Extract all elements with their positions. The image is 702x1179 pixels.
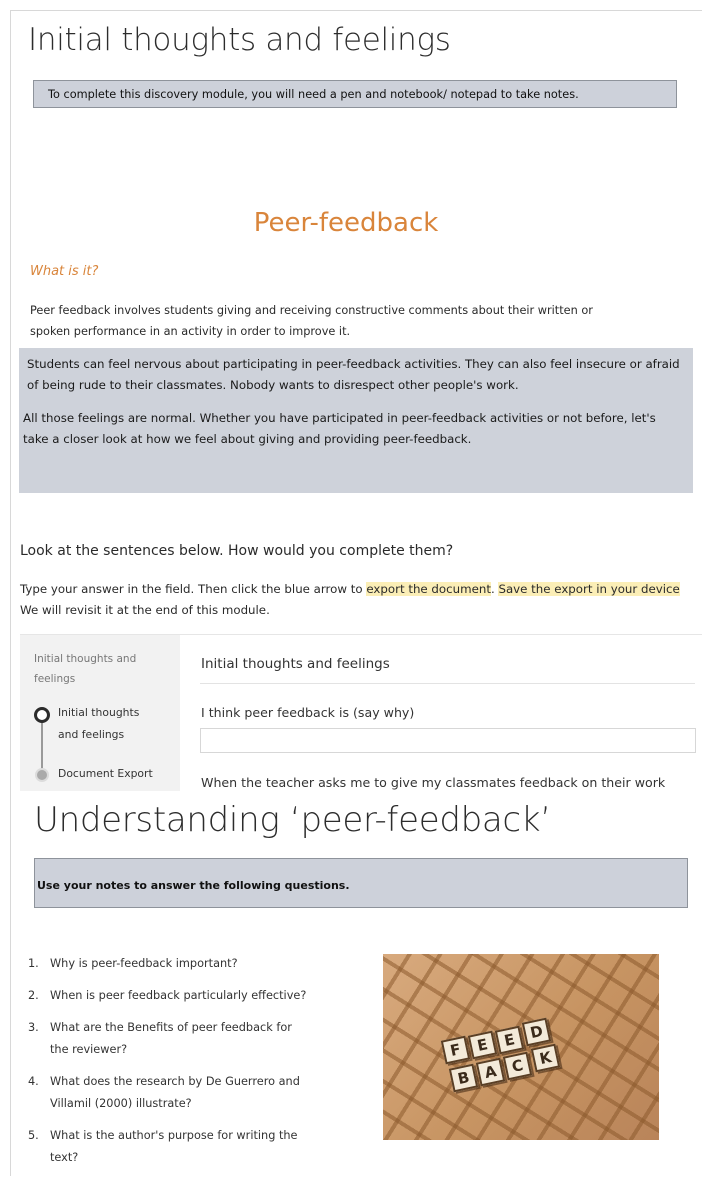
list-item: 1. Why is peer-feedback important? <box>28 953 368 975</box>
letter-tile: F <box>440 1035 471 1065</box>
list-number: 5. <box>28 1129 39 1142</box>
what-is-it-label: What is it? <box>30 264 99 279</box>
feelings-paragraph-2: All those feelings are normal. Whether y… <box>23 411 656 446</box>
letter-tile: E <box>494 1025 525 1055</box>
question-label-2: When the teacher asks me to give my clas… <box>201 775 666 790</box>
widget-sidebar-title: Initial thoughts and feelings <box>34 649 136 689</box>
materials-notice: To complete this discovery module, you w… <box>33 80 677 108</box>
letter-tile: K <box>530 1043 561 1073</box>
feelings-callout: Students can feel nervous about particip… <box>19 348 693 493</box>
answer-input-1[interactable] <box>200 728 696 753</box>
list-text: What are the Benefits of peer feedback f… <box>50 1021 292 1034</box>
list-item: 2. When is peer feedback particularly eff… <box>28 985 368 1007</box>
step-label-line: and feelings <box>58 728 125 741</box>
question-label-1: I think peer feedback is (say why) <box>201 705 415 720</box>
section-title-text: Peer-feedback <box>253 208 439 238</box>
list-item: 4. What does the research by De Guerrero … <box>28 1071 368 1115</box>
pending-step-icon <box>35 768 49 782</box>
document-tool-widget: Initial thoughts and feelings Initial th… <box>20 634 702 791</box>
section-title-peer-feedback: Peer-feedback <box>0 208 702 238</box>
step-initial-thoughts[interactable]: Initial thoughts and feelings <box>34 706 139 746</box>
instructions-text: Type your answer in the field. Then clic… <box>20 579 692 621</box>
feelings-paragraph-1: Students can feel nervous about particip… <box>27 357 680 392</box>
list-text: What is the author's purpose for writing… <box>50 1129 298 1142</box>
highlight-save: Save the export in your device <box>498 582 680 596</box>
step-label: Initial thoughts and feelings <box>58 702 139 746</box>
widget-main-title: Initial thoughts and feelings <box>201 656 390 672</box>
understanding-title: Understanding ‘peer-feedback’ <box>34 800 551 840</box>
page-title: Initial thoughts and feelings <box>28 22 451 58</box>
definition-paragraph: Peer feedback involves students giving a… <box>30 300 690 342</box>
highlight-export: export the document <box>366 582 491 596</box>
instructions-part: We will revisit it at the end of this mo… <box>20 603 270 617</box>
list-item: 5. What is the author's purpose for writi… <box>28 1125 368 1169</box>
list-number: 3. <box>28 1021 39 1034</box>
instructions-lead: Look at the sentences below. How would y… <box>20 543 454 559</box>
letter-tile: E <box>467 1030 498 1060</box>
list-text: Villamil (2000) illustrate? <box>50 1097 192 1110</box>
list-text: text? <box>50 1151 79 1164</box>
list-item: 3. What are the Benefits of peer feedback… <box>28 1017 368 1061</box>
question-list: 1. Why is peer-feedback important? 2. When… <box>28 953 368 1179</box>
list-number: 4. <box>28 1075 39 1088</box>
list-text: What does the research by De Guerrero an… <box>50 1075 300 1088</box>
letter-tile: D <box>521 1017 552 1047</box>
list-text: When is peer feedback particularly effec… <box>50 989 307 1002</box>
letter-tile: A <box>475 1057 506 1087</box>
step-label-line: Initial thoughts <box>58 706 140 719</box>
definition-line: Peer feedback involves students giving a… <box>30 304 593 317</box>
feedback-tiles-image: F E E D B A C K <box>383 954 659 1140</box>
definition-line: spoken performance in an activity in ord… <box>30 325 351 338</box>
list-text: Why is peer-feedback important? <box>50 957 238 970</box>
list-number: 1. <box>28 957 39 970</box>
letter-tile: C <box>502 1051 533 1081</box>
widget-sidebar: Initial thoughts and feelings Initial th… <box>20 635 180 791</box>
letter-tile: B <box>448 1063 479 1093</box>
divider <box>200 683 695 684</box>
current-step-icon <box>34 707 50 723</box>
sidebar-title-line: Initial thoughts and <box>34 653 137 665</box>
sidebar-title-line: feelings <box>34 673 76 685</box>
understanding-notice: Use your notes to answer the following q… <box>34 858 688 908</box>
step-label: Document Export <box>58 767 153 780</box>
instructions-part: Type your answer in the field. Then clic… <box>20 582 367 596</box>
step-document-export[interactable]: Document Export <box>35 767 153 785</box>
list-text: the reviewer? <box>50 1043 128 1056</box>
list-number: 2. <box>28 989 39 1002</box>
